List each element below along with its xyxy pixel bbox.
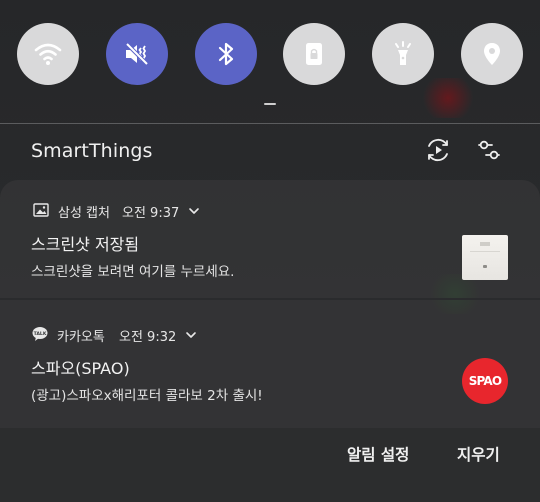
vibrate-toggle[interactable]: [105, 23, 168, 85]
spao-logo[interactable]: SPAO: [462, 358, 508, 404]
flashlight-icon: [395, 41, 412, 65]
notification-text: 스크린샷을 보려면 여기를 누르세요.: [31, 264, 235, 280]
notification-time: 오전 9:37: [122, 206, 180, 221]
rotation-lock-toggle[interactable]: [283, 23, 346, 85]
panel-drag-handle[interactable]: [264, 103, 276, 105]
notification-title: 스크린샷 저장됨: [31, 235, 140, 254]
rotation-lock-icon: [306, 43, 323, 65]
spao-logo-label: SPAO: [468, 374, 502, 388]
notification-text: (광고)스파오x해리포터 콜라보 2차 출시!: [31, 388, 263, 404]
app-name: 카카오톡: [57, 330, 105, 345]
chevron-down-icon[interactable]: [187, 204, 201, 218]
image-icon: [33, 203, 49, 217]
notification-actions-bar: [0, 428, 540, 502]
bluetooth-toggle[interactable]: [194, 23, 257, 85]
notification-time: 오전 9:32: [119, 330, 177, 345]
kakaotalk-icon: TALK: [32, 327, 48, 341]
flashlight-toggle[interactable]: [372, 23, 435, 85]
media-output-icon[interactable]: [425, 137, 451, 163]
notification-settings-button[interactable]: 알림 설정: [347, 443, 409, 465]
chevron-down-icon[interactable]: [184, 328, 198, 342]
device-control-icon[interactable]: [476, 137, 502, 163]
wifi-toggle[interactable]: [17, 23, 79, 85]
location-icon: [483, 43, 500, 65]
app-name: 삼성 캡처: [58, 206, 110, 221]
clear-all-button[interactable]: 지우기: [457, 443, 500, 465]
quick-settings-row: [17, 23, 523, 85]
bluetooth-icon: [218, 42, 233, 66]
wifi-icon: [34, 43, 62, 65]
smartthings-label[interactable]: SmartThings: [31, 140, 153, 162]
notification-title: 스파오(SPAO): [31, 359, 130, 378]
screenshot-thumbnail[interactable]: [462, 235, 508, 280]
svg-text:TALK: TALK: [34, 331, 47, 337]
notification-panel: SmartThings 삼성 캡처 오전 9:37 스크린샷 저장됨 스크린샷을…: [0, 0, 540, 502]
location-toggle[interactable]: [460, 23, 523, 85]
vibrate-icon: [125, 42, 149, 66]
divider: [0, 123, 540, 124]
